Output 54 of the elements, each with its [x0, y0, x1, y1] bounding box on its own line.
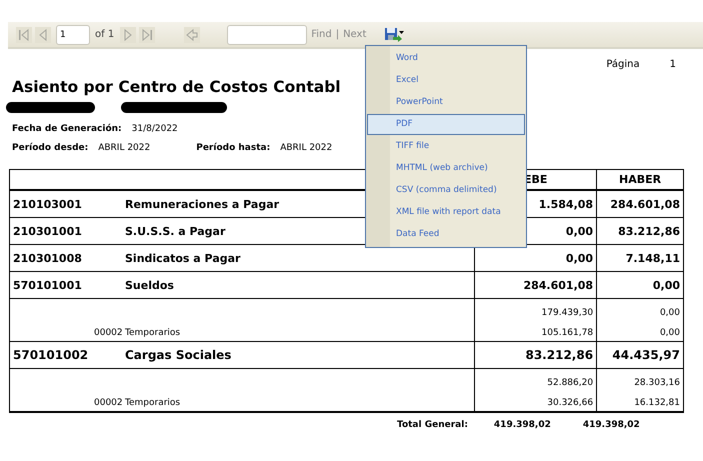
separator: | — [336, 29, 340, 40]
account-name: Remuneraciones a Pagar — [125, 198, 280, 210]
menu-item[interactable]: PowerPoint — [367, 92, 525, 113]
page-number-field[interactable]: 1 — [56, 24, 90, 44]
total-debit: 419.398,02 — [494, 420, 551, 430]
field-value: ABRIL 2022 — [98, 143, 152, 153]
account-code: 570101001 — [13, 278, 83, 292]
credit-amount: 28.303,16 — [596, 368, 684, 388]
account-name: Sueldos — [125, 278, 174, 292]
column-header: HABER — [596, 170, 684, 190]
next-link[interactable]: Next — [343, 29, 366, 40]
menu-item[interactable]: TIFF file — [367, 136, 525, 157]
credit-amount: 44.435,97 — [596, 342, 684, 368]
field-value: ABRIL 2022 — [280, 143, 332, 153]
account-name: Cargas Sociales — [125, 348, 232, 362]
report-title: Asiento por Centro de Costos Contabl — [12, 78, 341, 96]
page-label: Página — [606, 59, 640, 70]
page-number: 1 — [670, 59, 676, 70]
find-link[interactable]: Find — [311, 29, 332, 40]
cost-center-name: Temporarios — [125, 398, 180, 408]
cost-center-code: 00002 — [94, 398, 124, 408]
field-label: Fecha de Generación: — [12, 124, 122, 134]
account-code: 210301008 — [13, 252, 83, 264]
account-code: 210103001 — [13, 198, 83, 210]
debit-amount: 83.212,86 — [474, 342, 597, 368]
find-field[interactable] — [227, 24, 308, 44]
total-credit: 419.398,02 — [582, 420, 640, 430]
menu-item[interactable]: PDF — [367, 114, 525, 135]
page-count: of 1 — [95, 29, 114, 40]
credit-amount: 83.212,86 — [596, 218, 684, 244]
debit-amount: 52.886,20 — [474, 368, 597, 388]
cost-center-code: 00002 — [94, 328, 124, 338]
cost-center-name: Temporarios — [125, 328, 180, 338]
debit-amount: 105.161,78 — [474, 318, 597, 342]
field-label: Período desde: — [12, 143, 88, 153]
debit-amount: 284.601,08 — [474, 272, 597, 298]
account-name: Sindicatos a Pagar — [125, 252, 240, 264]
debit-amount: 30.326,66 — [474, 388, 597, 412]
credit-amount: 0,00 — [596, 298, 684, 318]
menu-item[interactable]: Excel — [367, 70, 525, 91]
account-code: 210301001 — [13, 224, 83, 238]
field-label: Período hasta: — [196, 143, 270, 153]
credit-amount: 0,00 — [596, 318, 684, 342]
credit-amount: 284.601,08 — [596, 190, 684, 218]
account-code: 570101002 — [13, 348, 90, 362]
menu-item[interactable]: Word — [367, 48, 525, 69]
credit-amount: 16.132,81 — [596, 388, 684, 412]
total-label: Total General: — [397, 420, 468, 430]
credit-amount: 7.148,11 — [596, 244, 684, 272]
credit-amount: 0,00 — [596, 272, 684, 298]
export-button[interactable] — [384, 26, 404, 42]
account-name: S.U.S.S. a Pagar — [125, 224, 226, 238]
debit-amount: 179.439,30 — [474, 298, 597, 318]
field-value: 31/8/2022 — [132, 124, 178, 134]
